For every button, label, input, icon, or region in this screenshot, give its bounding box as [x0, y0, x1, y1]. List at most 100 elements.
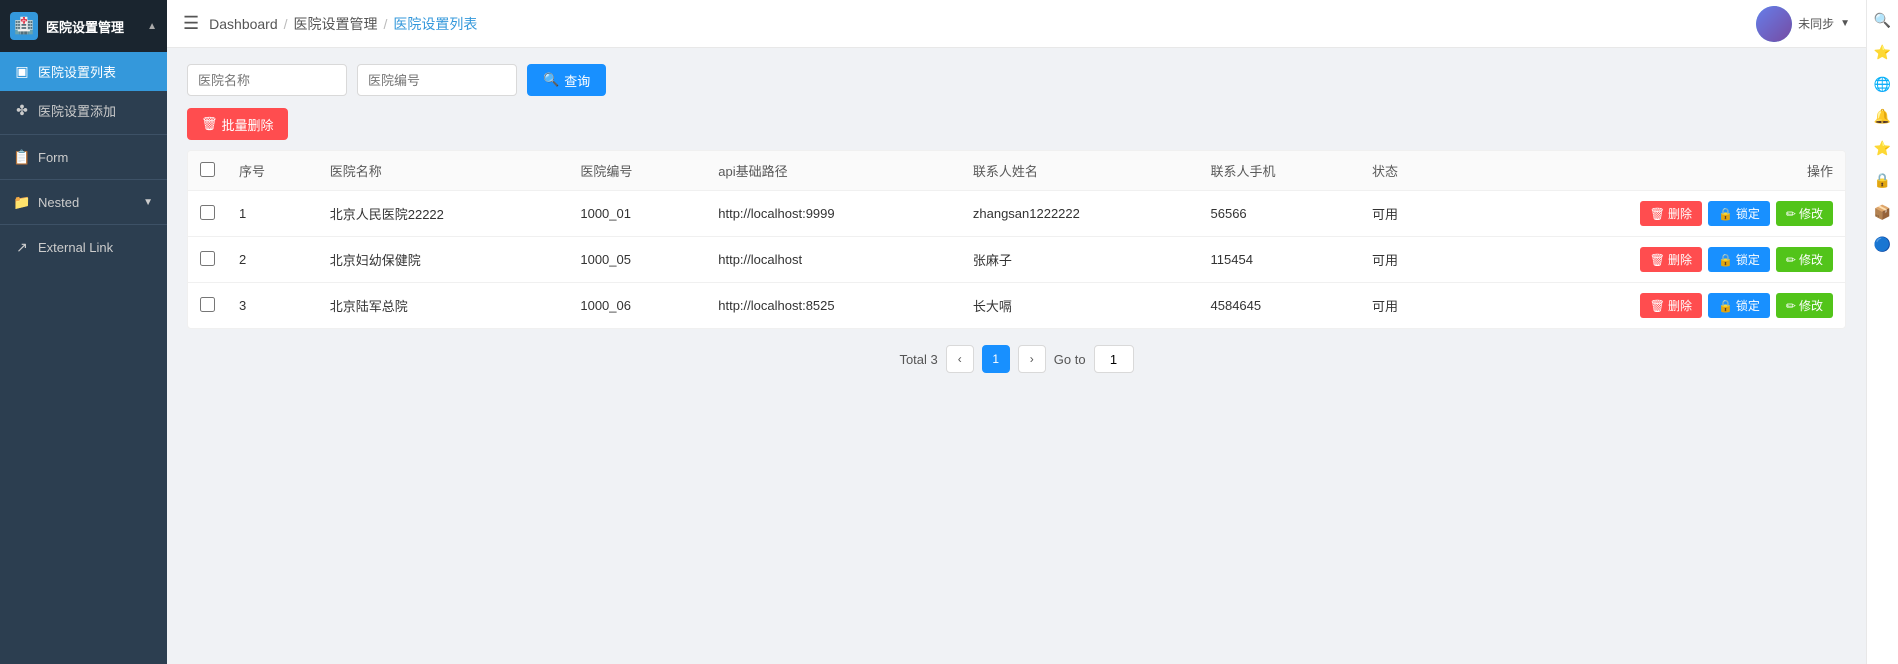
select-all-checkbox[interactable] — [200, 162, 215, 177]
sidebar-item-external-label: External Link — [38, 240, 113, 255]
ext-icon-2[interactable]: ⭐ — [1869, 38, 1897, 66]
ext-icon-5[interactable]: ⭐ — [1869, 134, 1897, 162]
header-checkbox-cell — [188, 151, 227, 191]
lock-button[interactable]: 🔒 锁定 — [1708, 247, 1770, 272]
delete-button[interactable]: 🗑 删除 — [1640, 293, 1702, 318]
sidebar-item-hosp-add[interactable]: ✤ 医院设置添加 — [0, 91, 167, 130]
breadcrumb-dashboard[interactable]: Dashboard — [209, 16, 278, 32]
lock-button[interactable]: 🔒 锁定 — [1708, 293, 1770, 318]
col-index: 序号 — [227, 151, 318, 191]
topbar-right: 未同步 ▼ — [1756, 6, 1850, 42]
sidebar-divider-2 — [0, 179, 167, 180]
sidebar-divider-1 — [0, 134, 167, 135]
lock-icon: 🔒 — [1718, 253, 1733, 267]
col-name: 医院名称 — [318, 151, 569, 191]
row-contact: zhangsan1222222 — [961, 191, 1199, 237]
ext-icon-3[interactable]: 🌐 — [1869, 70, 1897, 98]
row-select-checkbox[interactable] — [200, 251, 215, 266]
breadcrumb-hosp-mgmt[interactable]: 医院设置管理 — [294, 14, 378, 34]
row-checkbox-cell — [188, 237, 227, 283]
sidebar-item-form-label: Form — [38, 150, 68, 165]
lock-label: 锁定 — [1736, 297, 1760, 314]
avatar-dropdown-icon[interactable]: ▼ — [1840, 18, 1850, 29]
goto-page-input[interactable] — [1094, 345, 1134, 373]
row-actions: 🗑 删除 🔒 锁定 ✏ 修改 — [1451, 191, 1845, 237]
lock-button[interactable]: 🔒 锁定 — [1708, 201, 1770, 226]
search-bar: 🔍 查询 — [187, 64, 1846, 96]
row-select-checkbox[interactable] — [200, 297, 215, 312]
ext-icon-7[interactable]: 📦 — [1869, 198, 1897, 226]
row-api: http://localhost:9999 — [706, 191, 961, 237]
nested-icon: 📁 — [14, 194, 30, 210]
table-header-row: 序号 医院名称 医院编号 api基础路径 联系人姓名 联系人手机 状态 操作 — [188, 151, 1845, 191]
batch-delete-button[interactable]: 🗑 批量删除 — [187, 108, 288, 140]
edit-label: 修改 — [1799, 251, 1823, 268]
search-icon: 🔍 — [543, 72, 559, 88]
breadcrumb: Dashboard / 医院设置管理 / 医院设置列表 — [209, 14, 477, 34]
edit-button[interactable]: ✏ 修改 — [1776, 293, 1833, 318]
delete-button[interactable]: 🗑 删除 — [1640, 201, 1702, 226]
main-area: ☰ Dashboard / 医院设置管理 / 医院设置列表 未同步 ▼ 🔍 查询 — [167, 0, 1866, 664]
table-row: 1 北京人民医院22222 1000_01 http://localhost:9… — [188, 191, 1845, 237]
edit-button[interactable]: ✏ 修改 — [1776, 201, 1833, 226]
row-phone: 56566 — [1199, 191, 1360, 237]
row-api: http://localhost — [706, 237, 961, 283]
row-api: http://localhost:8525 — [706, 283, 961, 329]
ext-icon-6[interactable]: 🔒 — [1869, 166, 1897, 194]
row-index: 1 — [227, 191, 318, 237]
sidebar-item-nested[interactable]: 📁 Nested ▼ — [0, 184, 167, 220]
breadcrumb-sep-1: / — [284, 16, 288, 32]
row-checkbox-cell — [188, 191, 227, 237]
row-index: 2 — [227, 237, 318, 283]
batch-actions: 🗑 批量删除 — [187, 108, 1846, 150]
col-phone: 联系人手机 — [1199, 151, 1360, 191]
row-code: 1000_05 — [568, 237, 706, 283]
trash-icon-sm: 🗑 — [1650, 207, 1665, 221]
next-page-button[interactable]: › — [1018, 345, 1046, 373]
ext-icon-1[interactable]: 🔍 — [1869, 6, 1897, 34]
avatar[interactable] — [1756, 6, 1792, 42]
search-button[interactable]: 🔍 查询 — [527, 64, 606, 96]
row-status: 可用 — [1360, 191, 1451, 237]
sidebar-item-hosp-add-label: 医院设置添加 — [38, 101, 116, 120]
ext-icon-4[interactable]: 🔔 — [1869, 102, 1897, 130]
row-status: 可用 — [1360, 237, 1451, 283]
sidebar-item-external[interactable]: ↗ External Link — [0, 229, 167, 265]
sidebar-item-nested-label: Nested — [38, 195, 79, 210]
menu-toggle-icon[interactable]: ☰ — [183, 13, 199, 34]
topbar: ☰ Dashboard / 医院设置管理 / 医院设置列表 未同步 ▼ — [167, 0, 1866, 48]
edit-button[interactable]: ✏ 修改 — [1776, 247, 1833, 272]
row-code: 1000_06 — [568, 283, 706, 329]
right-panel: 🔍 ⭐ 🌐 🔔 ⭐ 🔒 📦 🔵 — [1866, 0, 1898, 664]
row-phone: 4584645 — [1199, 283, 1360, 329]
lock-label: 锁定 — [1736, 251, 1760, 268]
ext-icon-8[interactable]: 🔵 — [1869, 230, 1897, 258]
col-action: 操作 — [1451, 151, 1845, 191]
page-1-button[interactable]: 1 — [982, 345, 1010, 373]
external-link-icon: ↗ — [14, 239, 30, 255]
row-select-checkbox[interactable] — [200, 205, 215, 220]
sidebar-header[interactable]: 🏥 医院设置管理 ▲ — [0, 0, 167, 52]
trash-icon-sm: 🗑 — [1650, 299, 1665, 313]
search-hospital-name-input[interactable] — [187, 64, 347, 96]
batch-delete-label: 批量删除 — [222, 115, 274, 134]
pagination: Total 3 ‹ 1 › Go to — [187, 345, 1846, 373]
sidebar-title: 医院设置管理 — [46, 17, 139, 36]
delete-button[interactable]: 🗑 删除 — [1640, 247, 1702, 272]
goto-label: Go to — [1054, 352, 1086, 367]
form-icon: 📋 — [14, 149, 30, 165]
chevron-down-icon: ▼ — [143, 197, 153, 208]
row-name: 北京陆军总院 — [318, 283, 569, 329]
search-hospital-code-input[interactable] — [357, 64, 517, 96]
row-contact: 长大嗝 — [961, 283, 1199, 329]
sidebar-divider-3 — [0, 224, 167, 225]
col-status: 状态 — [1360, 151, 1451, 191]
col-code: 医院编号 — [568, 151, 706, 191]
sidebar-item-form[interactable]: 📋 Form — [0, 139, 167, 175]
col-contact: 联系人姓名 — [961, 151, 1199, 191]
lock-icon: 🔒 — [1718, 299, 1733, 313]
sidebar-item-hosp-list[interactable]: ▣ 医院设置列表 — [0, 52, 167, 91]
avatar-image — [1756, 6, 1792, 42]
prev-page-button[interactable]: ‹ — [946, 345, 974, 373]
row-actions: 🗑 删除 🔒 锁定 ✏ 修改 — [1451, 283, 1845, 329]
